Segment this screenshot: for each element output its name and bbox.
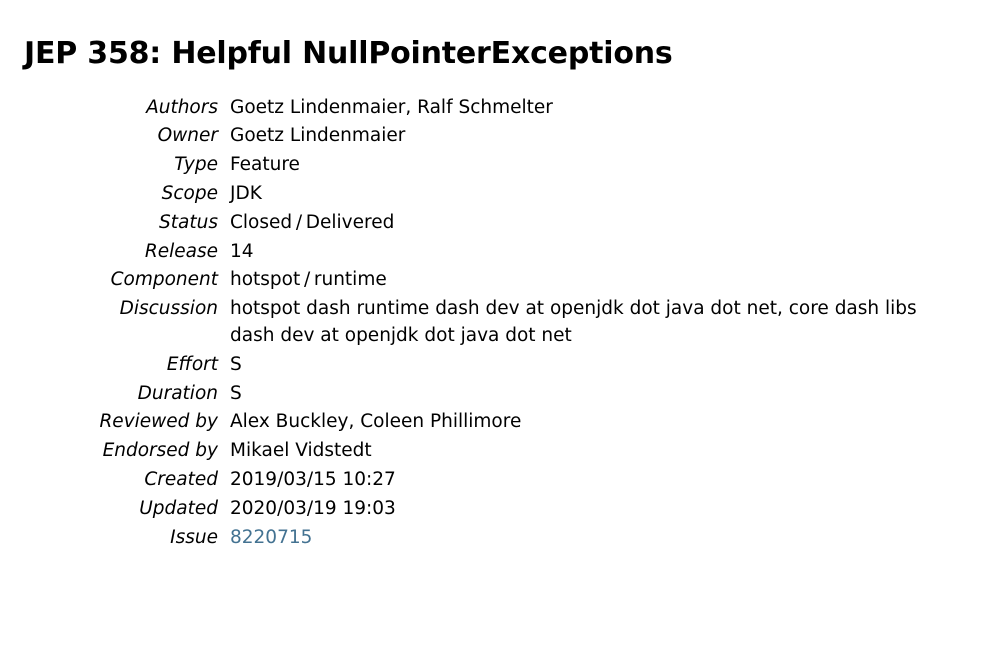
metadata-value: Goetz Lindenmaier, Ralf Schmelter	[224, 94, 956, 123]
metadata-label: Type	[58, 151, 224, 180]
metadata-row: ScopeJDK	[58, 180, 956, 209]
metadata-row: Release14	[58, 238, 956, 267]
metadata-value: 2019/03/15 10:27	[224, 466, 956, 495]
metadata-label: Duration	[58, 380, 224, 409]
metadata-label: Endorsed by	[58, 437, 224, 466]
metadata-value: JDK	[224, 180, 956, 209]
metadata-value: Alex Buckley, Coleen Phillimore	[224, 408, 956, 437]
metadata-label: Issue	[58, 524, 224, 553]
metadata-value: Mikael Vidstedt	[224, 437, 956, 466]
metadata-row: Updated2020/03/19 19:03	[58, 495, 956, 524]
metadata-value: S	[224, 351, 956, 380]
metadata-value: 8220715	[224, 524, 956, 553]
issue-link[interactable]: 8220715	[230, 527, 312, 548]
metadata-row: Issue 8220715	[58, 524, 956, 553]
metadata-value: hotspot dash runtime dash dev at openjdk…	[224, 295, 956, 351]
metadata-row: Endorsed byMikael Vidstedt	[58, 437, 956, 466]
metadata-label: Created	[58, 466, 224, 495]
metadata-row: OwnerGoetz Lindenmaier	[58, 122, 956, 151]
metadata-label: Status	[58, 209, 224, 238]
metadata-row: DurationS	[58, 380, 956, 409]
metadata-row: TypeFeature	[58, 151, 956, 180]
metadata-label: Authors	[58, 94, 224, 123]
metadata-value: Feature	[224, 151, 956, 180]
metadata-row: Componenthotspot / runtime	[58, 266, 956, 295]
metadata-label: Reviewed by	[58, 408, 224, 437]
metadata-value: hotspot / runtime	[224, 266, 956, 295]
metadata-value: 2020/03/19 19:03	[224, 495, 956, 524]
metadata-value: Closed / Delivered	[224, 209, 956, 238]
metadata-row: EffortS	[58, 351, 956, 380]
metadata-table: AuthorsGoetz Lindenmaier, Ralf Schmelter…	[58, 94, 956, 553]
metadata-value: 14	[224, 238, 956, 267]
metadata-value: Goetz Lindenmaier	[224, 122, 956, 151]
metadata-label: Release	[58, 238, 224, 267]
metadata-row: Discussionhotspot dash runtime dash dev …	[58, 295, 956, 351]
metadata-row: Reviewed byAlex Buckley, Coleen Phillimo…	[58, 408, 956, 437]
metadata-label: Owner	[58, 122, 224, 151]
metadata-value: S	[224, 380, 956, 409]
page-title: JEP 358: Helpful NullPointerExceptions	[24, 32, 976, 76]
metadata-row: StatusClosed / Delivered	[58, 209, 956, 238]
metadata-label: Component	[58, 266, 224, 295]
metadata-label: Discussion	[58, 295, 224, 351]
metadata-label: Updated	[58, 495, 224, 524]
metadata-label: Scope	[58, 180, 224, 209]
metadata-label: Effort	[58, 351, 224, 380]
metadata-row: Created2019/03/15 10:27	[58, 466, 956, 495]
metadata-row: AuthorsGoetz Lindenmaier, Ralf Schmelter	[58, 94, 956, 123]
